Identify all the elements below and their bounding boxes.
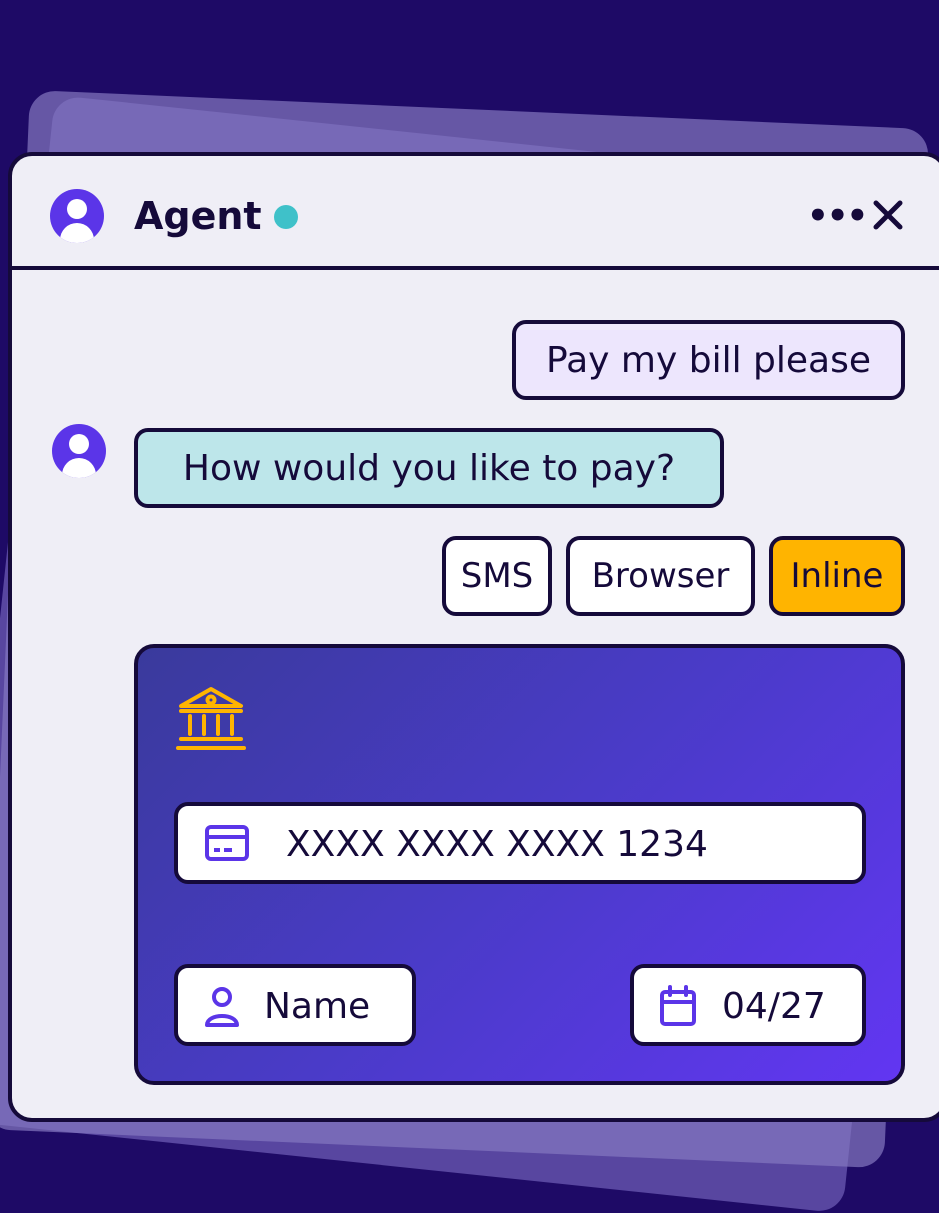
user-message-text: Pay my bill please (546, 339, 871, 381)
expiry-date-field[interactable]: 04/27 (630, 964, 866, 1046)
chat-header: Agent ••• (12, 156, 939, 270)
agent-name: Agent (134, 194, 262, 238)
chat-window: Agent ••• Pay my bill please How would y… (8, 152, 939, 1122)
agent-message-bubble: How would you like to pay? (134, 428, 724, 508)
card-number-field[interactable]: XXXX XXXX XXXX 1234 (174, 802, 866, 884)
close-icon (873, 200, 903, 230)
option-label: Inline (790, 556, 884, 596)
bank-icon (176, 687, 246, 750)
user-message-bubble: Pay my bill please (512, 320, 905, 400)
calendar-icon (660, 985, 696, 1026)
option-sms-button[interactable]: SMS (442, 536, 552, 616)
name-field[interactable]: Name (174, 964, 416, 1046)
credit-card-icon (205, 825, 249, 861)
option-label: SMS (460, 556, 534, 596)
payment-card-form: XXXX XXXX XXXX 1234 Name 04/27 (134, 644, 905, 1085)
person-icon (205, 987, 239, 1027)
agent-avatar-icon (50, 189, 104, 243)
more-options-button[interactable]: ••• (807, 196, 868, 236)
expiry-date-value: 04/27 (722, 986, 826, 1027)
agent-message-avatar-icon (52, 424, 106, 478)
option-browser-button[interactable]: Browser (566, 536, 755, 616)
option-inline-button[interactable]: Inline (769, 536, 905, 616)
more-dots-icon: ••• (807, 196, 868, 236)
agent-message-text: How would you like to pay? (182, 447, 676, 489)
card-number-value: XXXX XXXX XXXX 1234 (286, 824, 708, 865)
close-button[interactable] (865, 192, 911, 238)
option-label: Browser (591, 556, 730, 596)
name-placeholder: Name (264, 986, 371, 1027)
online-status-dot (274, 205, 298, 229)
